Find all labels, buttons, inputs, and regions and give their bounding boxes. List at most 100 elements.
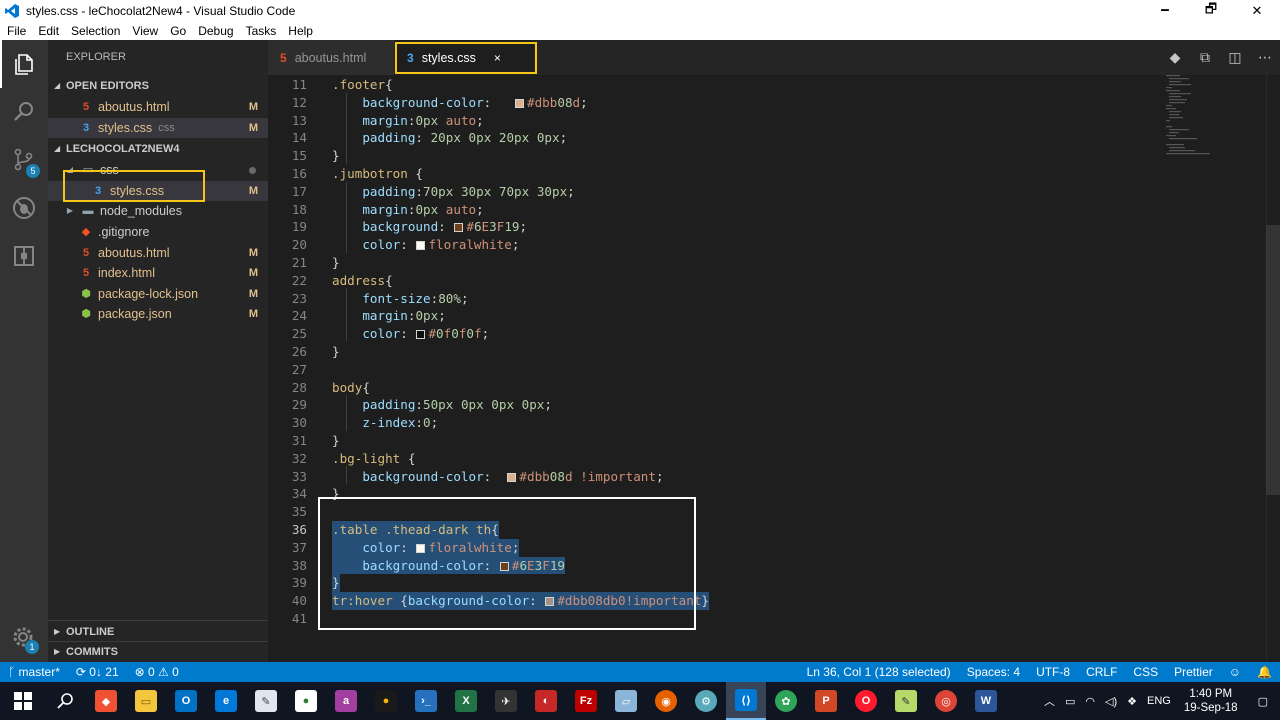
menu-selection[interactable]: Selection xyxy=(64,24,125,38)
menu-edit[interactable]: Edit xyxy=(31,24,64,38)
language-mode[interactable]: CSS xyxy=(1125,665,1166,679)
source-control-icon[interactable]: 5 xyxy=(0,136,48,184)
code-line[interactable]: 18 margin:0px auto; xyxy=(268,201,1168,219)
problems-status[interactable]: ⊗ 0 ⚠ 0 xyxy=(127,665,187,679)
vscode-icon[interactable]: ⟨⟩ xyxy=(726,682,766,720)
code-line[interactable]: 15} xyxy=(268,147,1168,165)
menu-tasks[interactable]: Tasks xyxy=(239,24,282,38)
code-line[interactable]: 29 padding:50px 0px 0px 0px; xyxy=(268,396,1168,414)
color-swatch[interactable] xyxy=(454,223,464,233)
color-swatch[interactable] xyxy=(416,241,426,251)
code-line[interactable]: 30 z-index:0; xyxy=(268,414,1168,432)
app-icon[interactable]: ● xyxy=(366,682,406,720)
indentation-status[interactable]: Spaces: 4 xyxy=(959,665,1028,679)
code-line[interactable]: 26} xyxy=(268,343,1168,361)
app-icon[interactable]: ✈ xyxy=(486,682,526,720)
outlook-icon[interactable]: O xyxy=(166,682,206,720)
tab-aboutus-html[interactable]: 5 aboutus.html xyxy=(268,40,395,75)
menu-file[interactable]: File xyxy=(0,24,31,38)
git-icon[interactable]: ◆ xyxy=(86,682,126,720)
color-swatch[interactable] xyxy=(416,330,426,340)
menu-debug[interactable]: Debug xyxy=(191,24,238,38)
file-explorer-icon[interactable]: ▭ xyxy=(126,682,166,720)
menu-go[interactable]: Go xyxy=(163,24,191,38)
app-icon[interactable]: ⚙ xyxy=(686,682,726,720)
taskbar-search-icon[interactable] xyxy=(46,682,86,720)
notifications-bell-icon[interactable]: 🔔 xyxy=(1249,665,1280,679)
code-line[interactable]: 20 color: floralwhite; xyxy=(268,236,1168,254)
windows-start-icon[interactable] xyxy=(0,682,46,720)
firefox-icon[interactable]: ◉ xyxy=(646,682,686,720)
excel-icon[interactable]: X xyxy=(446,682,486,720)
tree-folder-node-modules[interactable]: ▶ ▬ node_modules xyxy=(48,201,268,222)
tree-file-aboutus-html[interactable]: 5 aboutus.html M xyxy=(48,243,268,264)
prettier-status[interactable]: Prettier xyxy=(1166,665,1221,679)
more-actions-icon[interactable]: ⋯ xyxy=(1250,49,1280,66)
code-line[interactable]: 25 color: #0f0f0f; xyxy=(268,325,1168,343)
opera-icon[interactable]: O xyxy=(846,682,886,720)
image-app-icon[interactable]: ● xyxy=(286,682,326,720)
app-icon[interactable]: ◐ xyxy=(526,682,566,720)
debug-icon[interactable] xyxy=(0,184,48,232)
code-line[interactable]: 32 .bg-light { xyxy=(268,450,1168,468)
open-editors-header[interactable]: ◢ OPEN EDITORS xyxy=(48,75,268,97)
code-line[interactable]: 17 padding:70px 30px 70px 30px; xyxy=(268,183,1168,201)
commits-header[interactable]: ▶ COMMITS xyxy=(48,642,268,662)
tree-file-package-lock-json[interactable]: ⬢ package-lock.json M xyxy=(48,284,268,305)
git-branch[interactable]: ᚴ master* xyxy=(0,665,68,679)
edge-icon[interactable]: e xyxy=(206,682,246,720)
code-line[interactable]: 14 padding: 20px 0px 20px 0px; xyxy=(268,129,1168,147)
code-line[interactable]: 13 margin:0px auto; xyxy=(268,112,1168,130)
color-swatch[interactable] xyxy=(507,472,517,482)
wifi-icon[interactable]: ◠ xyxy=(1080,695,1100,708)
minimap[interactable] xyxy=(1166,75,1266,155)
encoding-status[interactable]: UTF-8 xyxy=(1028,665,1078,679)
open-preview-icon[interactable]: ⧉ xyxy=(1190,49,1220,66)
open-changes-icon[interactable]: ◆ xyxy=(1160,49,1190,66)
code-line[interactable]: 33 background-color: #dbb08d !important; xyxy=(268,468,1168,486)
code-line[interactable]: 19 background: #6E3F19; xyxy=(268,218,1168,236)
open-editor-aboutus[interactable]: 5 aboutus.html M xyxy=(48,97,268,118)
app-icon[interactable]: ▱ xyxy=(606,682,646,720)
code-line[interactable]: 12 background-color: #dbb08d; xyxy=(268,94,1168,112)
code-line[interactable]: 28 body{ xyxy=(268,379,1168,397)
explorer-icon[interactable] xyxy=(0,40,48,88)
code-line[interactable]: 24 margin:0px; xyxy=(268,307,1168,325)
clock[interactable]: 1:40 PM 19-Sep-18 xyxy=(1176,687,1246,715)
battery-icon[interactable]: ▭ xyxy=(1060,695,1080,708)
code-line[interactable]: 27 xyxy=(268,361,1168,379)
code-line[interactable]: 23 font-size:80%; xyxy=(268,290,1168,308)
code-line[interactable]: 22 address{ xyxy=(268,272,1168,290)
chrome-icon[interactable]: ◎ xyxy=(926,682,966,720)
outline-header[interactable]: ▶ OUTLINE xyxy=(48,621,268,643)
code-line[interactable]: 11 .footer{ xyxy=(268,76,1168,94)
color-swatch[interactable] xyxy=(515,98,525,108)
feedback-smiley-icon[interactable]: ☺ xyxy=(1221,665,1249,679)
action-center-icon[interactable]: ▢ xyxy=(1246,695,1280,708)
language-indicator[interactable]: ENG xyxy=(1142,695,1176,707)
search-icon[interactable] xyxy=(0,88,48,136)
scrollbar-thumb[interactable] xyxy=(1266,225,1280,495)
volume-icon[interactable]: ◁) xyxy=(1100,695,1122,708)
tree-file-index-html[interactable]: 5 index.html M xyxy=(48,263,268,284)
cursor-position[interactable]: Ln 36, Col 1 (128 selected) xyxy=(799,665,959,679)
sync-status[interactable]: ⟳ 0↓ 21 xyxy=(68,665,127,679)
word-icon[interactable]: W xyxy=(966,682,1006,720)
split-editor-icon[interactable]: ◫ xyxy=(1220,49,1250,66)
restore-button[interactable]: 🗗 xyxy=(1188,0,1234,22)
editor-scrollbar[interactable] xyxy=(1266,75,1280,662)
eol-status[interactable]: CRLF xyxy=(1078,665,1125,679)
powershell-icon[interactable]: ›_ xyxy=(406,682,446,720)
menu-help[interactable]: Help xyxy=(281,24,318,38)
settings-gear-icon[interactable]: 1 xyxy=(0,614,48,662)
menu-view[interactable]: View xyxy=(125,24,163,38)
code-line[interactable]: 16 .jumbotron { xyxy=(268,165,1168,183)
project-header[interactable]: ◢ LECHOCOLAT2NEW4 xyxy=(48,138,268,160)
tree-file-package-json[interactable]: ⬢ package.json M xyxy=(48,304,268,325)
paint-icon[interactable]: ✎ xyxy=(246,682,286,720)
open-editor-styles[interactable]: 3 styles.css css M xyxy=(48,117,268,139)
tree-file-gitignore[interactable]: ◆ .gitignore xyxy=(48,222,268,243)
minimize-button[interactable]: 🗕 xyxy=(1142,0,1188,22)
close-button[interactable]: ✕ xyxy=(1234,3,1280,19)
code-line[interactable]: 21} xyxy=(268,254,1168,272)
